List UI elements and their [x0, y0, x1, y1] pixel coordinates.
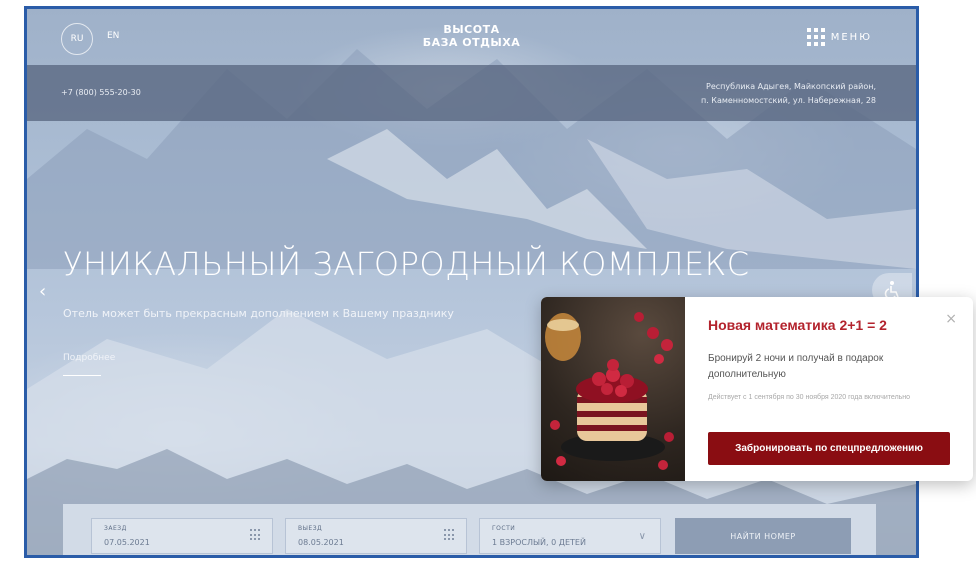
hero-more-underline [63, 375, 101, 376]
calendar-icon [250, 529, 260, 541]
chevron-down-icon: ∨ [638, 531, 646, 542]
brand-logo[interactable]: ВЫСОТА БАЗА ОТДЫХА [27, 23, 916, 49]
calendar-icon [444, 529, 454, 541]
checkout-value: 08.05.2021 [298, 538, 344, 547]
promo-popup: Новая математика 2+1 = 2 × Бронируй 2 но… [541, 297, 973, 481]
phone-link[interactable]: +7 (800) 555-20-30 [61, 88, 141, 97]
slider-prev-arrow[interactable]: ‹ [39, 281, 46, 302]
brand-name: ВЫСОТА [443, 23, 500, 36]
address-line-2: п. Каменномостский, ул. Набережная, 28 [700, 96, 876, 105]
popup-note: Действует с 1 сентября по 30 ноября 2020… [708, 394, 911, 401]
checkin-field[interactable]: ЗАЕЗД 07.05.2021 [91, 518, 273, 554]
menu-label: МЕНЮ [830, 31, 872, 43]
hero-more-link[interactable]: Подробнее [63, 353, 115, 363]
checkin-value: 07.05.2021 [104, 538, 150, 547]
popup-text: Бронируй 2 ночи и получай в подарок допо… [708, 353, 884, 380]
book-special-offer-button[interactable]: Забронировать по спецпредложению [708, 432, 950, 465]
checkout-label: ВЫЕЗД [298, 525, 323, 532]
checkin-label: ЗАЕЗД [104, 525, 127, 532]
guests-label: ГОСТИ [492, 525, 516, 532]
brand-tagline: БАЗА ОТДЫХА [422, 36, 521, 49]
checkout-field[interactable]: ВЫЕЗД 08.05.2021 [285, 518, 467, 554]
pancake-stack-image [541, 297, 685, 481]
grid-icon [806, 28, 825, 46]
top-bar: RU EN ВЫСОТА БАЗА ОТДЫХА МЕНЮ [27, 9, 916, 65]
address-line-1: Республика Адыгея, Майкопский район, [706, 82, 876, 91]
menu-button[interactable]: МЕНЮ [806, 28, 872, 46]
find-room-button[interactable]: НАЙТИ НОМЕР [675, 518, 851, 554]
pancake-illustration [545, 312, 674, 470]
address: Республика Адыгея, Майкопский район, п. … [701, 80, 876, 108]
close-icon[interactable]: × [945, 311, 957, 327]
popup-title: Новая математика 2+1 = 2 [708, 317, 887, 333]
hero-title: УНИКАЛЬНЫЙ ЗАГОРОДНЫЙ КОМПЛЕКС [63, 245, 750, 283]
guests-select[interactable]: ГОСТИ 1 ВЗРОСЛЫЙ, 0 ДЕТЕЙ ∨ [479, 518, 661, 554]
guests-value: 1 ВЗРОСЛЫЙ, 0 ДЕТЕЙ [492, 538, 586, 547]
booking-bar: ЗАЕЗД 07.05.2021 ВЫЕЗД 08.05.2021 ГОСТИ … [63, 504, 876, 555]
hero-subtitle: Отель может быть прекрасным дополнением … [63, 307, 454, 320]
info-bar: +7 (800) 555-20-30 Республика Адыгея, Ма… [27, 65, 916, 121]
